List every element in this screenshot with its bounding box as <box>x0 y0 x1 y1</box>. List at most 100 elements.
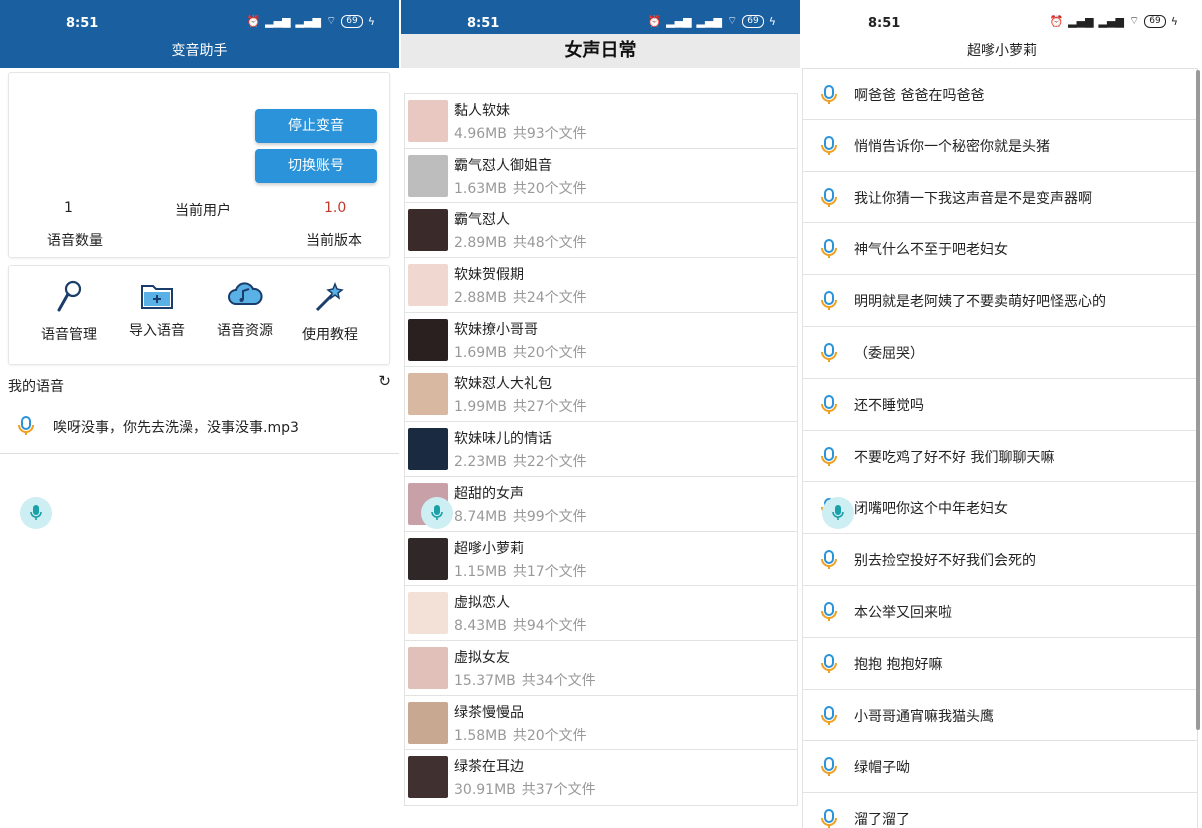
mic-icon <box>18 416 34 435</box>
list-item[interactable]: 溜了溜了 <box>802 793 1198 828</box>
mic-icon <box>821 291 837 315</box>
feature-label: 导入语音 <box>129 323 185 339</box>
voice-file-name: 唉呀没事，你先去洗澡，没事没事.mp3 <box>53 420 299 436</box>
list-item[interactable]: 小哥哥通宵嘛我猫头鹰 <box>802 689 1198 742</box>
wifi-icon: ⌔ <box>325 14 337 27</box>
voice-clip-title: 不要吃鸡了好不好 我们聊聊天嘛 <box>854 449 1055 466</box>
voice-pack-name: 黏人软妹 <box>454 103 510 119</box>
list-item[interactable]: 啊爸爸 爸爸在吗爸爸 <box>802 68 1198 120</box>
list-item[interactable]: 超甜的女声 8.74MB 共99个文件 <box>405 477 797 532</box>
file-count: 共37个文件 <box>521 782 596 799</box>
list-item[interactable]: 唉呀没事，你先去洗澡，没事没事.mp3 <box>0 400 399 454</box>
file-count: 共20个文件 <box>512 344 587 361</box>
voice-pack-name: 软妹怼人大礼包 <box>454 376 552 393</box>
voice-count-label: 语音数量 <box>47 233 103 249</box>
list-item[interactable]: 绿帽子呦 <box>802 741 1198 794</box>
floating-mic-button[interactable] <box>421 497 453 529</box>
voice-clip-title: 神气什么不至于吧老妇女 <box>854 242 1008 259</box>
voice-pack-name: 软妹撩小哥哥 <box>454 321 538 338</box>
list-item[interactable]: 软妹怼人大礼包 1.99MB 共27个文件 <box>405 367 797 423</box>
list-item[interactable]: 软妹贺假期 2.88MB 共24个文件 <box>405 258 797 313</box>
avatar <box>408 701 448 744</box>
avatar <box>408 756 448 799</box>
list-item[interactable]: 明明就是老阿姨了不要卖萌好吧怪恶心的 <box>802 275 1198 327</box>
avatar <box>408 537 448 580</box>
list-item[interactable]: 还不睡觉吗 <box>802 378 1198 431</box>
voice-clip-title: 别去捡空投好不好我们会死的 <box>854 553 1036 570</box>
file-count: 共17个文件 <box>512 563 587 580</box>
voice-changer-home-screen: 8:51 ⏰ ▂▄▆ ▂▄▆ ⌔ 69 ϟ 变音助手 停止变音 切换账号 1 当… <box>0 0 399 828</box>
list-item[interactable]: 超嗲小萝莉 1.15MB 共17个文件 <box>405 532 797 587</box>
list-item[interactable]: 绿茶慢慢品 1.58MB 共20个文件 <box>405 696 797 751</box>
voice-resource-button[interactable]: 语音资源 <box>200 266 290 340</box>
list-item[interactable]: 霸气怼人御姐音 1.63MB 共20个文件 <box>405 149 797 204</box>
list-item[interactable]: 虚拟恋人 8.43MB 共94个文件 <box>405 586 797 641</box>
voice-pack-name: 虚拟恋人 <box>454 595 510 612</box>
avatar <box>408 264 448 307</box>
floating-mic-button[interactable] <box>822 497 854 529</box>
file-size: 4.96MB <box>454 126 507 142</box>
list-item[interactable]: 抱抱 抱抱好嘛 <box>802 637 1198 690</box>
list-item[interactable]: 黏人软妹 4.96MB 共93个文件 <box>405 94 797 149</box>
voice-pack-meta: 1.63MB 共20个文件 <box>454 178 587 198</box>
file-size: 2.88MB <box>454 290 507 307</box>
list-item[interactable]: 绿茶在耳边 30.91MB 共37个文件 <box>405 750 797 805</box>
feature-label: 使用教程 <box>302 327 358 343</box>
voice-pack-meta: 1.99MB 共27个文件 <box>454 396 587 416</box>
list-item[interactable]: 不要吃鸡了好不好 我们聊聊天嘛 <box>802 430 1198 483</box>
file-size: 1.58MB <box>454 727 507 744</box>
floating-mic-button[interactable] <box>20 497 52 529</box>
switch-account-button[interactable]: 切换账号 <box>255 149 377 183</box>
folder-add-icon <box>141 285 173 309</box>
file-size: 15.37MB <box>454 672 516 689</box>
voice-pack-meta: 30.91MB 共37个文件 <box>454 779 596 799</box>
list-item[interactable]: 本公举又回来啦 <box>802 585 1198 638</box>
avatar <box>408 373 448 416</box>
battery-icon: 69 <box>1144 14 1166 28</box>
tutorial-button[interactable]: 使用教程 <box>285 266 375 344</box>
mic-icon <box>821 342 837 367</box>
page-title: 超嗲小萝莉 <box>967 43 1037 59</box>
list-item[interactable]: 霸气怼人 2.89MB 共48个文件 <box>405 203 797 259</box>
voice-clip-title: 啊爸爸 爸爸在吗爸爸 <box>854 88 985 104</box>
file-count: 共24个文件 <box>512 290 587 307</box>
wifi-icon: ⌔ <box>726 14 738 27</box>
refresh-icon[interactable]: ↻ <box>378 372 391 390</box>
import-voice-button[interactable]: 导入语音 <box>112 266 202 340</box>
list-item[interactable]: （委屈哭） <box>802 326 1198 379</box>
list-item[interactable]: 悄悄告诉你一个秘密你就是头猪 <box>802 119 1198 172</box>
voice-clip-title: 溜了溜了 <box>854 812 910 828</box>
alarm-icon: ⏰ <box>647 14 662 28</box>
list-item[interactable]: 软妹撩小哥哥 1.69MB 共20个文件 <box>405 313 797 368</box>
scrollbar[interactable] <box>1196 70 1200 730</box>
voice-pack-meta: 1.69MB 共20个文件 <box>454 342 587 362</box>
list-item[interactable]: 我让你猜一下我这声音是不是变声器啊 <box>802 171 1198 224</box>
voice-pack-meta: 1.58MB 共20个文件 <box>454 725 587 745</box>
signal-icon: ▂▄▆ <box>1068 14 1094 28</box>
user-info-card: 停止变音 切换账号 1 当前用户 1.0 语音数量 当前版本 <box>8 72 390 258</box>
stop-voice-change-button[interactable]: 停止变音 <box>255 109 377 143</box>
signal-icon: ▂▄▆ <box>265 14 291 28</box>
file-count: 共22个文件 <box>512 454 587 471</box>
mic-icon <box>821 550 837 574</box>
list-item[interactable]: 软妹味儿的情话 2.23MB 共22个文件 <box>405 422 797 477</box>
list-item[interactable]: 虚拟女友 15.37MB 共34个文件 <box>405 641 797 696</box>
mic-icon <box>821 239 837 263</box>
status-time: 8:51 <box>66 16 99 31</box>
voice-manage-button[interactable]: 语音管理 <box>24 266 114 344</box>
voice-pack-name: 霸气怼人御姐音 <box>454 157 552 174</box>
charging-icon: ϟ <box>768 14 776 28</box>
list-item[interactable]: 神气什么不至于吧老妇女 <box>802 223 1198 276</box>
file-size: 8.43MB <box>454 618 507 635</box>
voice-pack-name: 软妹味儿的情话 <box>454 431 552 448</box>
avatar <box>408 154 448 197</box>
file-size: 1.63MB <box>454 180 507 197</box>
file-count: 共20个文件 <box>512 727 587 744</box>
file-size: 1.15MB <box>454 563 507 580</box>
list-item[interactable]: 别去捡空投好不好我们会死的 <box>802 534 1198 586</box>
file-size: 2.89MB <box>454 235 507 252</box>
status-icons: ⏰ ▂▄▆ ▂▄▆ ⌔ 69 ϟ <box>1049 14 1178 28</box>
microphone-icon <box>57 280 82 312</box>
voice-pack-name: 超嗲小萝莉 <box>454 540 524 557</box>
list-item[interactable]: 闭嘴吧你这个中年老妇女 <box>802 482 1198 535</box>
